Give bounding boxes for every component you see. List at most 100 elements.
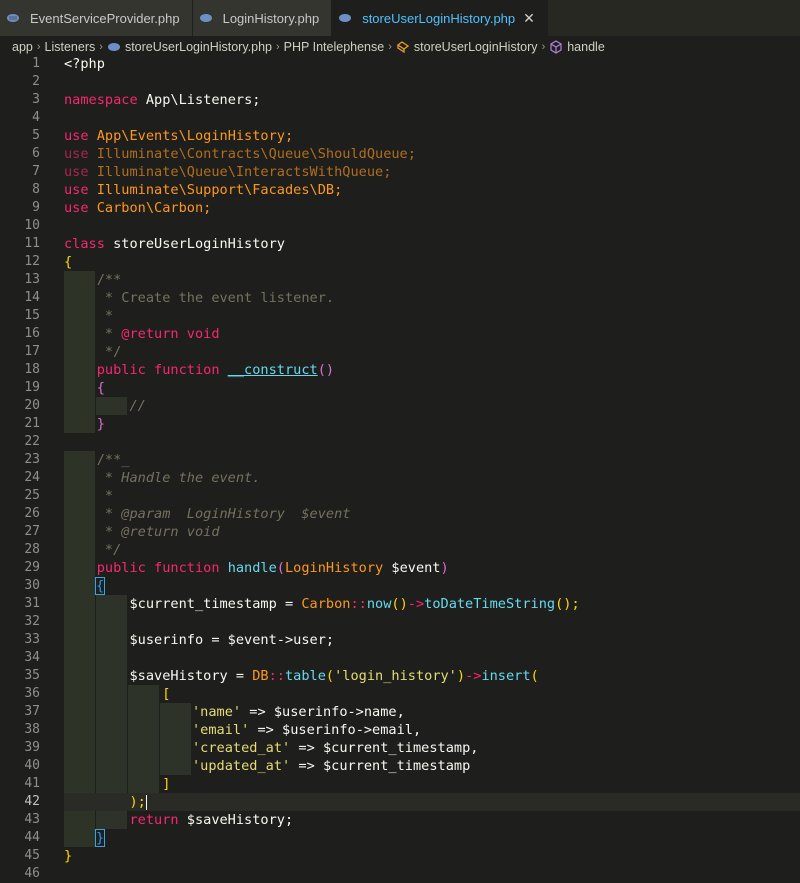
- code-line: [: [64, 686, 171, 702]
- line-number: 31: [24, 596, 40, 611]
- line-number: 34: [24, 650, 40, 665]
- line-number: 42: [24, 794, 40, 809]
- code-line: ]: [64, 776, 171, 792]
- line-number: 44: [24, 830, 40, 845]
- line-number: 28: [24, 542, 40, 557]
- code-line: //: [64, 398, 146, 414]
- code-line: /**_: [64, 452, 130, 468]
- code-line: <?php: [64, 56, 105, 72]
- code-line: return $saveHistory;: [64, 812, 294, 828]
- line-number: 39: [24, 740, 40, 755]
- line-number: 24: [24, 470, 40, 485]
- close-icon[interactable]: ✕: [523, 10, 535, 27]
- line-number: 29: [24, 560, 40, 575]
- line-number: 26: [24, 506, 40, 521]
- line-number: 36: [24, 686, 40, 701]
- line-number: 9: [32, 200, 40, 215]
- chevron-right-icon: ›: [388, 41, 392, 53]
- code-line: class storeUserLoginHistory: [64, 236, 285, 252]
- line-number: 35: [24, 668, 40, 683]
- line-number: 32: [24, 614, 40, 629]
- code-line: public function handle(LoginHistory $eve…: [64, 560, 449, 576]
- tab-store-user-login-history[interactable]: storeUserLoginHistory.php ✕: [332, 0, 548, 36]
- chevron-right-icon: ›: [276, 41, 280, 53]
- current-line-highlight: [64, 793, 800, 811]
- tab-bar: EventServiceProvider.php LoginHistory.ph…: [0, 0, 800, 36]
- line-number: 10: [24, 218, 40, 233]
- code-line: 'created_at' => $current_timestamp,: [192, 740, 479, 756]
- code-line: $saveHistory = DB::table('login_history'…: [64, 668, 539, 684]
- breadcrumb-app[interactable]: app: [12, 40, 33, 54]
- code-line: *: [64, 488, 114, 504]
- breadcrumb-method[interactable]: handle: [567, 40, 605, 54]
- line-number: 8: [32, 182, 40, 197]
- breadcrumb-file[interactable]: storeUserLoginHistory.php: [125, 40, 272, 54]
- line-number: 12: [24, 254, 40, 269]
- code-line: use Illuminate\Support\Facades\DB;: [64, 182, 343, 198]
- code-line: public function __construct(): [64, 362, 335, 378]
- line-number: 33: [24, 632, 40, 647]
- line-number: 30: [24, 578, 40, 593]
- tab-label: storeUserLoginHistory.php: [362, 10, 516, 26]
- php-file-icon: [338, 13, 354, 23]
- breadcrumb-provider[interactable]: PHP Intelephense: [284, 40, 385, 54]
- line-number: 14: [24, 290, 40, 305]
- line-number: 20: [24, 398, 40, 413]
- code-line: * @return void: [64, 326, 220, 342]
- line-number: 38: [24, 722, 40, 737]
- code-line: /**: [64, 272, 122, 288]
- text-cursor: [145, 794, 147, 810]
- line-number: 40: [24, 758, 40, 773]
- line-number: 46: [24, 866, 40, 881]
- tab-login-history[interactable]: LoginHistory.php: [192, 0, 333, 36]
- code-line: $current_timestamp = Carbon::now()->toDa…: [64, 596, 580, 612]
- code-line: use Carbon\Carbon;: [64, 200, 212, 216]
- code-line: 'updated_at' => $current_timestamp: [192, 758, 471, 774]
- line-number: 2: [32, 74, 40, 89]
- code-line: use Illuminate\Queue\InteractsWithQueue;: [64, 164, 392, 180]
- code-line: {: [94, 577, 106, 595]
- tab-label: EventServiceProvider.php: [30, 10, 180, 26]
- line-number: 23: [24, 452, 40, 467]
- line-number: 18: [24, 362, 40, 377]
- tab-event-service-provider[interactable]: EventServiceProvider.php: [0, 0, 193, 36]
- line-number: 27: [24, 524, 40, 539]
- code-line: * @return void: [64, 524, 220, 540]
- code-line: }: [64, 416, 105, 432]
- chevron-right-icon: ›: [541, 41, 546, 53]
- line-number: 45: [24, 848, 40, 863]
- line-number: 5: [32, 128, 40, 143]
- line-number: 1: [32, 56, 40, 71]
- line-number: 15: [24, 308, 40, 323]
- code-editor[interactable]: 1 <?php 2 3 namespace App\Listeners; 4 5 us…: [0, 55, 800, 883]
- line-number: 16: [24, 326, 40, 341]
- breadcrumb-class[interactable]: storeUserLoginHistory: [414, 40, 538, 54]
- code-line: );: [64, 794, 147, 810]
- line-number: 25: [24, 488, 40, 503]
- chevron-right-icon: ›: [99, 41, 103, 53]
- method-icon: [549, 40, 563, 54]
- line-number: 7: [32, 164, 40, 179]
- line-number: 11: [24, 236, 40, 251]
- code-line: */: [64, 344, 122, 360]
- code-line: use Illuminate\Contracts\Queue\ShouldQue…: [64, 146, 416, 162]
- php-file-icon: [107, 42, 121, 52]
- php-file-icon: [199, 13, 215, 23]
- code-line: {: [64, 380, 105, 396]
- line-number: 37: [24, 704, 40, 719]
- code-line: 'email' => $userinfo->email,: [192, 722, 422, 738]
- code-line: use App\Events\LoginHistory;: [64, 128, 294, 144]
- class-icon: [396, 41, 410, 53]
- code-line: *: [64, 308, 114, 324]
- line-number: 43: [24, 812, 40, 827]
- php-file-icon: [6, 13, 22, 23]
- breadcrumb-listeners[interactable]: Listeners: [45, 40, 96, 54]
- line-number: 3: [32, 92, 40, 107]
- chevron-right-icon: ›: [36, 41, 41, 53]
- line-number: 22: [24, 434, 40, 449]
- line-number: 4: [32, 110, 40, 125]
- line-number: 13: [24, 272, 40, 287]
- code-line: }: [94, 829, 106, 847]
- line-number: 17: [24, 344, 40, 359]
- code-line: * Handle the event.: [64, 470, 261, 486]
